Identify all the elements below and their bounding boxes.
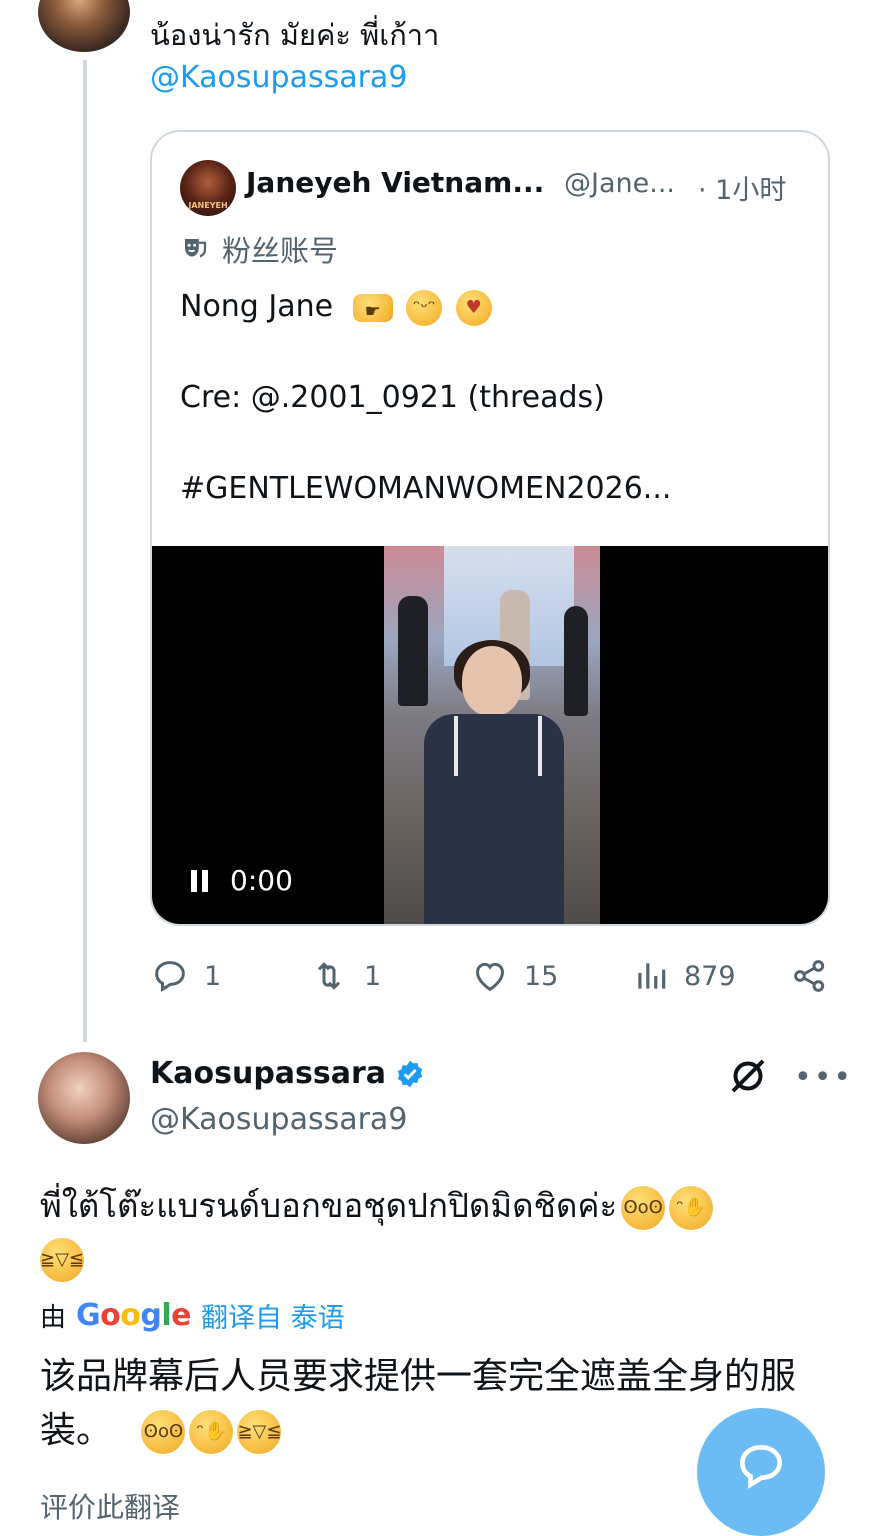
tears-of-joy-emoji-icon: ≧▽≦ [237,1410,281,1454]
reply-button[interactable]: 1 [150,956,221,996]
hand-over-mouth-emoji-icon: ᵔ✋ [669,1185,714,1230]
share-button[interactable] [790,956,830,996]
chat-bubble-icon [739,1444,783,1489]
quoted-body-line-1: Nong Jane [180,289,334,324]
like-count: 15 [524,960,559,992]
pleading-face-emoji-icon: ᵔᵕᵔ [406,289,443,326]
video-frame [384,546,600,924]
kiss-face-emoji-icon: ♥ [455,289,492,326]
video-player[interactable]: 0:00 [152,546,828,924]
quoted-author-avatar[interactable]: JANEYEH [180,160,236,216]
repost-button[interactable]: 1 [308,956,381,996]
quoted-author-name[interactable]: Janeyeh Vietnam... [246,166,544,199]
grok-icon[interactable] [728,1056,768,1096]
pause-icon[interactable] [190,869,210,892]
video-timestamp: 0:00 [230,864,293,897]
video-bg-person [564,606,588,716]
reply-author-avatar[interactable] [38,0,130,52]
quoted-body-line-2: Cre: @.2001_0921 (threads) [180,380,605,415]
tears-of-joy-emoji-icon: ≧▽≦ [40,1237,84,1282]
theater-masks-icon [185,239,207,258]
compose-reply-fab[interactable] [697,1408,825,1536]
quoted-body-hashtag[interactable]: #GENTLEWOMANWOMEN2026... [180,466,671,512]
share-icon [794,960,825,992]
post-text: พี่ใต้โต๊ะแบรนด์บอกขอชุดปกปิดมิดชิดค่ะ ʘo… [40,1180,840,1284]
post-action-bar: 1 1 15 879 [150,956,840,1004]
views-bar-chart-icon [638,963,666,989]
hand-over-mouth-emoji-icon: ᵔ✋ [189,1410,234,1454]
reply-text: น้องน่ารัก มัยค่ะ พี่เก้าา [150,18,440,52]
hand-over-mouth-open-eyes-emoji-icon: ʘoʘ [621,1185,666,1230]
rate-translation-link[interactable]: 评价此翻译 [40,1486,180,1526]
quoted-post-body: Nong Jane ☛ ᵔᵕᵔ ♥ Cre: @.2001_0921 (thre… [180,284,671,512]
quoted-avatar-caption: JANEYEH [188,201,228,210]
fan-account-label-row: 粉丝账号 [180,228,338,270]
views-button[interactable]: 879 [632,956,736,996]
repost-count: 1 [364,960,382,992]
quoted-post-time: · 1小时 [698,175,787,206]
post-author-name[interactable]: Kaosupassara [150,1056,386,1091]
pointing-hand-emoji-icon: ☛ [352,293,393,322]
fan-account-label: 粉丝账号 [222,234,339,268]
video-main-person [424,640,564,924]
repost-icon [317,962,341,990]
quoted-author-handle[interactable]: @Jane... [564,168,675,199]
heart-icon [475,962,505,992]
verified-badge-icon [397,1060,423,1087]
translated-by-prefix: 由 [40,1303,67,1333]
hand-over-mouth-open-eyes-emoji-icon: ʘoʘ [141,1410,186,1454]
more-options-icon[interactable]: ••• [794,1060,853,1095]
reply-count: 1 [204,960,222,992]
views-count: 879 [684,960,736,992]
post-author-avatar[interactable] [38,1052,130,1144]
google-logo: Google [76,1298,192,1333]
post-text-content: พี่ใต้โต๊ะแบรนด์บอกขอชุดปกปิดมิดชิดค่ะ [40,1186,618,1225]
reply-bubble-icon [155,961,185,993]
translation-attribution: 由 Google 翻译自 泰语 [40,1296,345,1335]
like-button[interactable]: 15 [470,956,558,996]
thread-connector-line [83,60,87,1042]
video-controls: 0:00 [190,864,293,897]
reply-mention-link[interactable]: @Kaosupassara9 [150,60,407,95]
quoted-post-card[interactable]: JANEYEH Janeyeh Vietnam... @Jane... · 1小… [150,130,830,926]
translated-from-language[interactable]: 翻译自 泰语 [201,1296,345,1335]
post-author-name-row[interactable]: Kaosupassara [150,1056,426,1091]
post-author-handle[interactable]: @Kaosupassara9 [150,1102,407,1137]
